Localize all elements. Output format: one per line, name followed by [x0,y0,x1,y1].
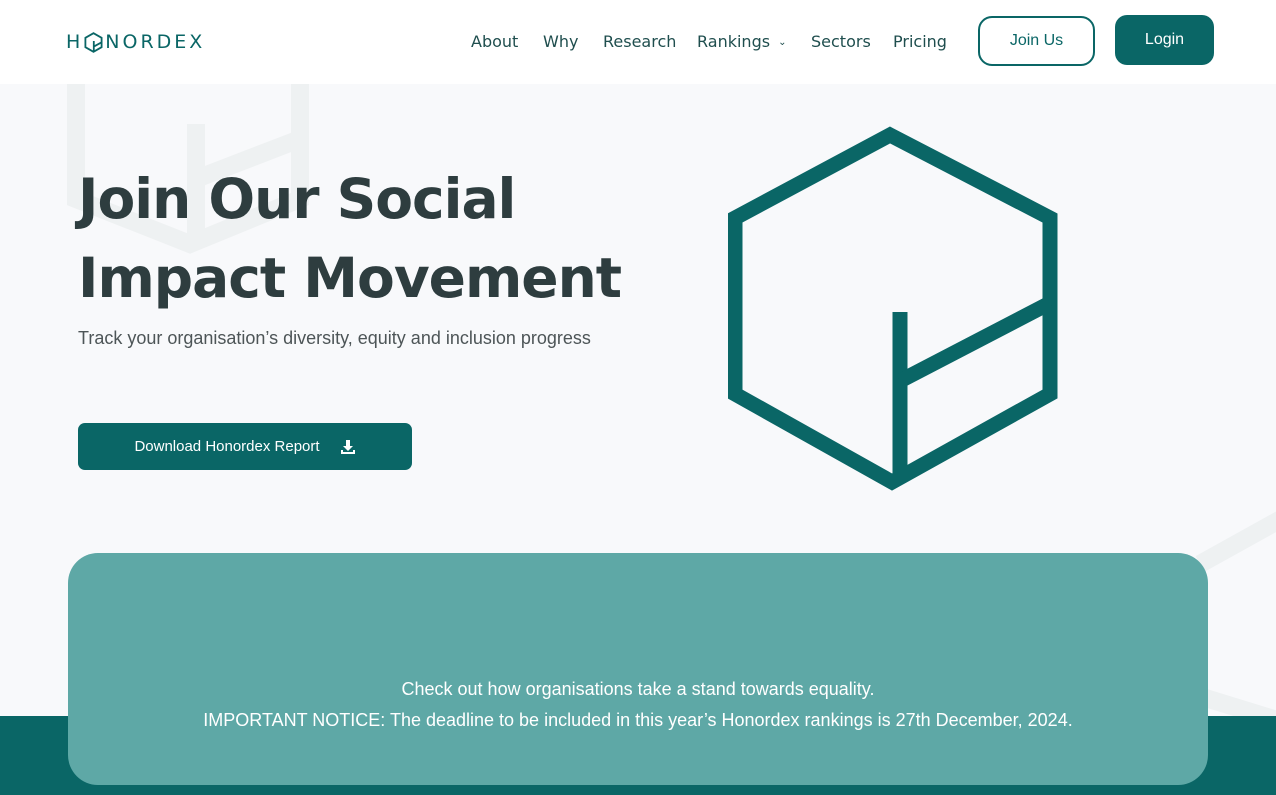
notice-tagline: Check out how organisations take a stand… [401,679,875,699]
nav-about[interactable]: About [471,30,518,54]
brand-logo[interactable]: H NORDEX [66,29,205,55]
hero-subtitle: Track your organisation’s diversity, equ… [78,328,591,348]
download-icon [340,439,355,454]
nav-rankings[interactable]: Rankings ⌄ [697,30,786,54]
hexagon-logo-icon [84,31,103,53]
logo-text-prefix: H [66,31,84,53]
nav-rankings-label: Rankings [697,32,771,51]
nav-why[interactable]: Why [543,30,578,54]
download-report-label: Download Honordex Report [134,438,320,455]
site-header: H NORDEX About Why Research Rankings ⌄ Se… [0,0,1276,84]
nav-sectors[interactable]: Sectors [811,30,871,54]
logo-text-suffix: NORDEX [105,31,206,53]
download-report-button[interactable]: Download Honordex Report [78,423,412,470]
notice-card: Check out how organisations take a stand… [68,553,1208,785]
honordex-hexagon-icon [728,126,1058,491]
hero-title-line-1: Join Our Social [78,167,516,231]
chevron-down-icon: ⌄ [778,37,787,48]
login-button[interactable]: Login [1115,15,1214,65]
nav-pricing[interactable]: Pricing [893,30,947,54]
hero-title-line-2: Impact Movement [78,246,622,310]
join-us-button[interactable]: Join Us [978,16,1095,66]
notice-deadline: IMPORTANT NOTICE: The deadline to be inc… [203,710,1073,730]
hero-title: Join Our Social Impact Movement [78,160,638,318]
nav-research[interactable]: Research [603,30,676,54]
